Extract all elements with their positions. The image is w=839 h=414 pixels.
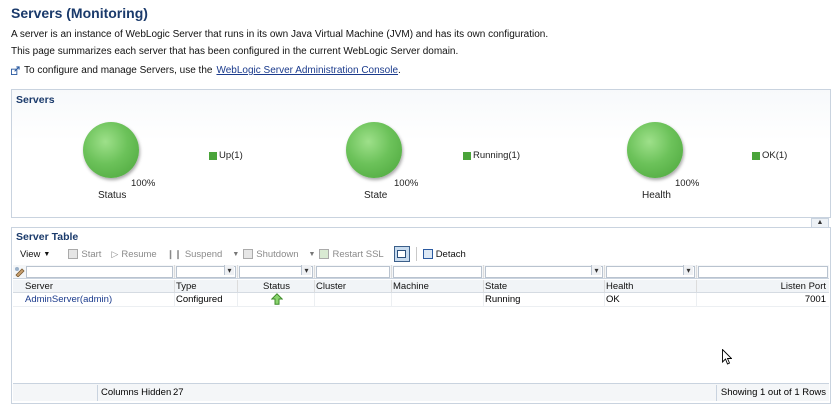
state-legend: Running(1)	[463, 150, 520, 161]
cell-status	[238, 293, 315, 306]
detach-button[interactable]: Detach	[422, 248, 466, 260]
shutdown-icon	[243, 249, 254, 259]
status-gauge-percent: 100%	[131, 178, 156, 189]
link-icon	[11, 66, 20, 75]
status-legend-label: Up(1)	[219, 150, 243, 161]
legend-swatch	[463, 151, 471, 160]
table-header-row: Server Type Status Cluster Machine State…	[13, 280, 829, 293]
col-header-health[interactable]: Health	[605, 280, 697, 292]
detach-icon	[422, 249, 433, 259]
col-header-status[interactable]: Status	[238, 280, 315, 292]
intro-text-3-prefix: To configure and manage Servers, use the	[24, 65, 213, 76]
cell-machine	[392, 293, 484, 306]
table-footer: Columns Hidden 27 Showing 1 out of 1 Row…	[13, 383, 829, 401]
columns-hidden-count: 27	[173, 387, 184, 398]
suspend-icon: ❙❙	[166, 248, 182, 259]
table-toolbar: View ▼ Start ▷ Resume ❙❙ Suspend ▼ Shutd…	[13, 244, 829, 264]
rows-showing-text: Showing 1 out of 1 Rows	[720, 387, 826, 398]
start-button[interactable]: Start	[68, 249, 101, 260]
start-button-label: Start	[81, 248, 102, 260]
health-gauge-percent: 100%	[675, 178, 700, 189]
shutdown-dropdown-icon[interactable]: ▼	[232, 251, 239, 258]
shutdown-button[interactable]: Shutdown	[243, 248, 299, 260]
server-table-title: Server Table	[16, 231, 79, 243]
chevron-down-icon: ▼	[43, 250, 51, 258]
cell-state: Running	[484, 293, 605, 306]
admin-console-link[interactable]: WebLogic Server Administration Console	[216, 65, 398, 76]
server-table-panel: Server Table View ▼ Start ▷ Resume ❙❙ Su…	[11, 227, 831, 404]
restart-ssl-icon	[319, 249, 330, 259]
table-row[interactable]: AdminServer(admin) Configured Running OK…	[13, 293, 829, 307]
resume-button-label: Resume	[121, 248, 157, 260]
cell-listen-port: 7001	[804, 294, 826, 305]
up-arrow-icon	[270, 293, 283, 306]
columns-hidden-label: Columns Hidden	[101, 387, 172, 398]
shutdown-button-label: Shutdown	[256, 248, 299, 260]
filter-health[interactable]	[605, 265, 697, 278]
state-gauge-circle	[346, 122, 402, 178]
col-header-listen-port[interactable]: Listen Port	[697, 280, 829, 292]
suspend-button-label: Suspend	[184, 248, 223, 260]
detach-button-label: Detach	[435, 248, 466, 260]
suspend-button[interactable]: ❙❙ Suspend	[167, 249, 223, 260]
state-gauge-label: State	[364, 190, 388, 201]
filter-machine[interactable]	[392, 265, 484, 278]
cell-server: AdminServer(admin)	[13, 293, 175, 306]
state-gauge-percent: 100%	[394, 178, 419, 189]
intro-text-1: A server is an instance of WebLogic Serv…	[11, 29, 549, 40]
resume-icon: ▷	[111, 248, 119, 259]
legend-swatch	[209, 151, 217, 160]
page-title: Servers (Monitoring)	[11, 5, 148, 21]
filter-type[interactable]	[175, 265, 238, 278]
mouse-cursor-icon	[722, 349, 732, 365]
table-toggle-icon	[397, 250, 407, 258]
health-gauge: 100% Health	[597, 122, 717, 212]
col-header-cluster[interactable]: Cluster	[315, 280, 392, 292]
status-legend: Up(1)	[209, 150, 243, 161]
toolbar-separator	[415, 247, 417, 261]
health-gauge-label: Health	[642, 190, 671, 201]
cell-health: OK	[605, 293, 697, 306]
restart-ssl-button[interactable]: Restart SSL	[319, 248, 384, 260]
filter-listen-port[interactable]	[697, 265, 829, 278]
status-gauge: 100% Status	[53, 122, 173, 212]
status-gauge-label: Status	[98, 190, 127, 201]
legend-swatch	[752, 151, 760, 160]
view-menu-label: View	[20, 248, 41, 260]
filter-state[interactable]	[484, 265, 605, 278]
col-header-type[interactable]: Type	[175, 280, 238, 292]
restart-ssl-button-label: Restart SSL	[332, 248, 384, 260]
filter-cluster[interactable]	[315, 265, 392, 278]
servers-panel-title: Servers	[16, 94, 55, 106]
view-menu[interactable]: View ▼	[20, 249, 50, 260]
intro-text-3: To configure and manage Servers, use the…	[11, 65, 401, 76]
servers-panel: Servers 100% Status Up(1) 100% State Run…	[11, 89, 831, 218]
cell-cluster	[315, 293, 392, 306]
server-link[interactable]: AdminServer(admin)	[25, 294, 112, 305]
filter-icon[interactable]	[13, 265, 25, 278]
health-gauge-circle	[627, 122, 683, 178]
start-icon	[68, 249, 79, 259]
health-legend-label: OK(1)	[762, 150, 788, 161]
intro-text-3-suffix: .	[398, 65, 401, 76]
state-gauge: 100% State	[316, 122, 436, 212]
collapse-pane-button[interactable]: ▲	[811, 218, 829, 227]
filter-server[interactable]	[25, 265, 175, 278]
status-gauge-circle	[83, 122, 139, 178]
state-legend-label: Running(1)	[473, 150, 520, 161]
col-header-machine[interactable]: Machine	[392, 280, 484, 292]
filter-row	[13, 265, 829, 279]
cell-type: Configured	[175, 293, 238, 306]
resume-button[interactable]: ▷ Resume	[111, 249, 156, 260]
col-header-state[interactable]: State	[484, 280, 605, 292]
health-legend: OK(1)	[752, 150, 787, 161]
filter-status[interactable]	[238, 265, 315, 278]
freeze-columns-toggle[interactable]	[393, 246, 410, 262]
intro-text-2: This page summarizes each server that ha…	[11, 46, 459, 57]
col-header-server[interactable]: Server	[13, 280, 175, 292]
restart-dropdown-icon[interactable]: ▼	[309, 251, 316, 258]
